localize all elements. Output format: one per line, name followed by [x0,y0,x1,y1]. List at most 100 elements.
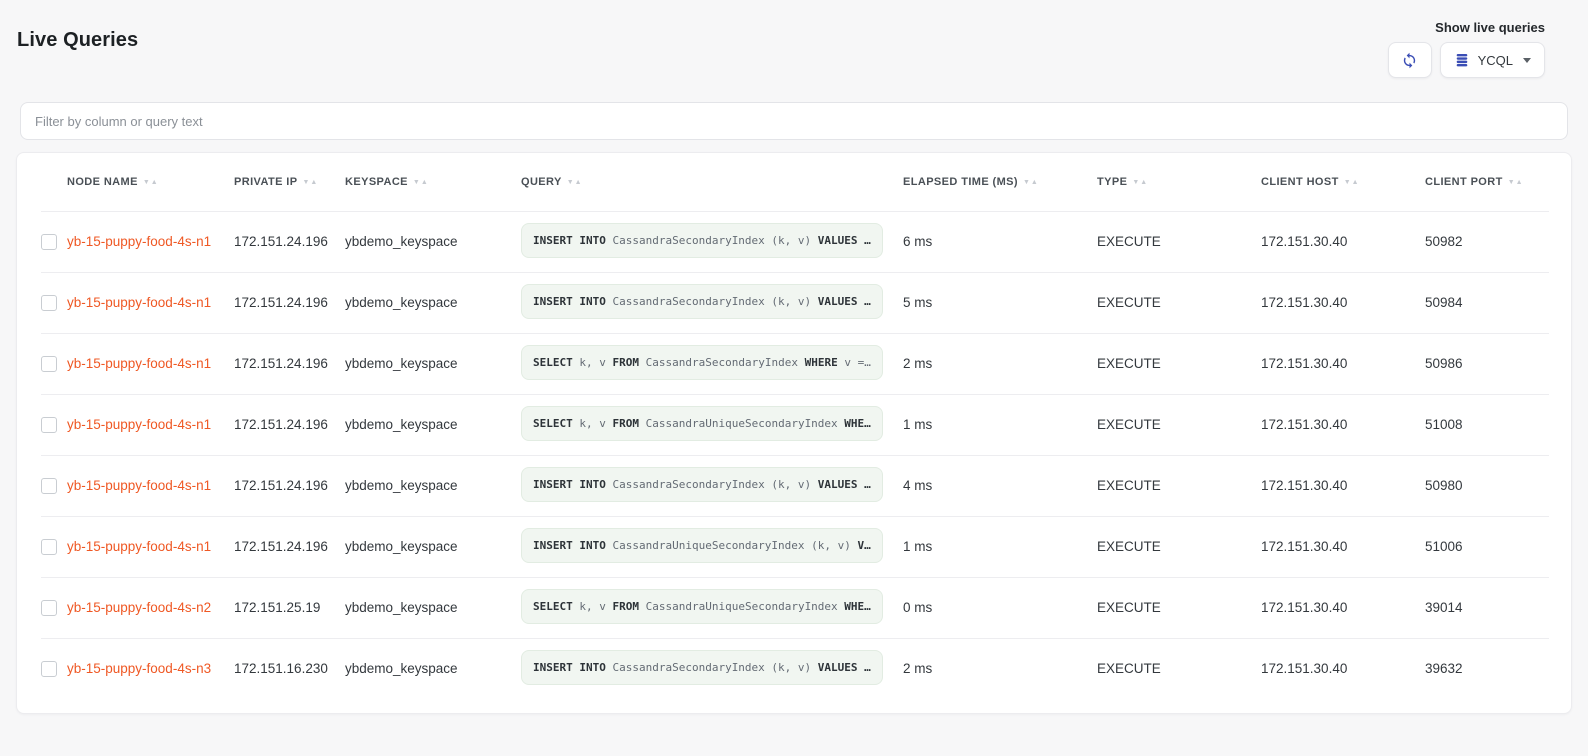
database-icon [1454,52,1470,68]
header-select-cell [41,153,67,211]
sort-icons[interactable]: ▼▲ [143,179,159,186]
sql-text: CassandraSecondaryIndex (k, v) [606,295,811,308]
column-header-query[interactable]: QUERY ▼▲ [521,153,903,211]
row-select-cell [41,638,67,699]
sql-keyword: INSERT INTO [533,478,606,491]
client-host-cell: 172.151.30.40 [1261,333,1425,394]
filter-section [0,78,1588,140]
keyspace-cell: ybdemo_keyspace [345,455,521,516]
show-live-queries-label: Show live queries [1435,20,1545,35]
private-ip-cell: 172.151.24.196 [234,516,345,577]
refresh-button[interactable] [1388,42,1432,78]
row-checkbox[interactable] [41,356,57,372]
type-cell: EXECUTE [1097,638,1261,699]
row-checkbox[interactable] [41,234,57,250]
private-ip-cell: 172.151.25.19 [234,577,345,638]
column-header-label: TYPE [1097,176,1127,188]
sql-text: k, v [573,356,606,369]
sql-keyword: WHE… [838,417,871,430]
query-chip: SELECT k, v FROM CassandraUniqueSecondar… [521,589,883,624]
query-cell: SELECT k, v FROM CassandraUniqueSecondar… [521,577,903,638]
row-select-cell [41,516,67,577]
client-host-cell: 172.151.30.40 [1261,211,1425,272]
live-queries-table: NODE NAME▼▲PRIVATE IP▼▲KEYSPACE▼▲QUERY ▼▲… [41,153,1549,699]
api-selector-value: YCQL [1478,53,1513,68]
row-checkbox[interactable] [41,295,57,311]
keyspace-cell: ybdemo_keyspace [345,394,521,455]
query-chip: SELECT k, v FROM CassandraSecondaryIndex… [521,345,883,380]
type-cell: EXECUTE [1097,516,1261,577]
column-header-client-host[interactable]: CLIENT HOST▼▲ [1261,153,1425,211]
node-name-link[interactable]: yb-15-puppy-food-4s-n1 [67,295,211,310]
row-checkbox[interactable] [41,539,57,555]
column-header-client-port[interactable]: CLIENT PORT▼▲ [1425,153,1549,211]
elapsed-time-cell: 1 ms [903,516,1097,577]
client-port-cell: 50982 [1425,211,1549,272]
private-ip-cell: 172.151.24.196 [234,394,345,455]
node-name-link[interactable]: yb-15-puppy-food-4s-n3 [67,661,211,676]
column-header-label: QUERY [521,176,562,188]
row-checkbox[interactable] [41,600,57,616]
client-port-cell: 51006 [1425,516,1549,577]
table-row: yb-15-puppy-food-4s-n3172.151.16.230ybde… [41,638,1549,699]
node-name-cell: yb-15-puppy-food-4s-n1 [67,394,234,455]
node-name-link[interactable]: yb-15-puppy-food-4s-n1 [67,356,211,371]
sql-keyword: SELECT [533,417,573,430]
keyspace-cell: ybdemo_keyspace [345,333,521,394]
column-header-elapsed-time-ms[interactable]: ELAPSED TIME (MS)▼▲ [903,153,1097,211]
query-chip: INSERT INTO CassandraSecondaryIndex (k, … [521,467,883,502]
elapsed-time-cell: 6 ms [903,211,1097,272]
client-host-cell: 172.151.30.40 [1261,455,1425,516]
elapsed-time-cell: 2 ms [903,638,1097,699]
row-checkbox[interactable] [41,417,57,433]
table-row: yb-15-puppy-food-4s-n1172.151.24.196ybde… [41,272,1549,333]
sort-icons[interactable]: ▼▲ [567,179,583,186]
sql-text: CassandraSecondaryIndex [639,356,798,369]
row-checkbox[interactable] [41,478,57,494]
node-name-link[interactable]: yb-15-puppy-food-4s-n1 [67,539,211,554]
private-ip-cell: 172.151.24.196 [234,455,345,516]
node-name-link[interactable]: yb-15-puppy-food-4s-n2 [67,600,211,615]
sql-text: CassandraUniqueSecondaryIndex [639,600,838,613]
sort-icons[interactable]: ▼▲ [1344,179,1360,186]
api-selector-dropdown[interactable]: YCQL [1440,42,1545,78]
row-checkbox[interactable] [41,661,57,677]
node-name-link[interactable]: yb-15-puppy-food-4s-n1 [67,478,211,493]
client-port-cell: 51008 [1425,394,1549,455]
column-header-type[interactable]: TYPE ▼▲ [1097,153,1261,211]
node-name-cell: yb-15-puppy-food-4s-n1 [67,333,234,394]
private-ip-cell: 172.151.24.196 [234,333,345,394]
query-cell: INSERT INTO CassandraSecondaryIndex (k, … [521,211,903,272]
client-host-cell: 172.151.30.40 [1261,577,1425,638]
sql-keyword: VALUES … [811,478,871,491]
toolbar-buttons: YCQL [1388,42,1545,78]
client-host-cell: 172.151.30.40 [1261,272,1425,333]
column-header-private-ip[interactable]: PRIVATE IP▼▲ [234,153,345,211]
private-ip-cell: 172.151.24.196 [234,272,345,333]
sql-keyword: SELECT [533,356,573,369]
sql-keyword: VALUES … [811,661,871,674]
column-header-node-name[interactable]: NODE NAME▼▲ [67,153,234,211]
node-name-link[interactable]: yb-15-puppy-food-4s-n1 [67,234,211,249]
sql-text: CassandraSecondaryIndex (k, v) [606,478,811,491]
sort-icons[interactable]: ▼▲ [413,179,429,186]
node-name-cell: yb-15-puppy-food-4s-n3 [67,638,234,699]
table-row: yb-15-puppy-food-4s-n1 172.151.24.196ybde… [41,455,1549,516]
sort-icons[interactable]: ▼▲ [1508,179,1524,186]
type-cell: EXECUTE [1097,272,1261,333]
keyspace-cell: ybdemo_keyspace [345,211,521,272]
keyspace-cell: ybdemo_keyspace [345,577,521,638]
sort-icons[interactable]: ▼▲ [1132,179,1148,186]
node-name-link[interactable]: yb-15-puppy-food-4s-n1 [67,417,211,432]
type-cell: EXECUTE [1097,394,1261,455]
table-row: yb-15-puppy-food-4s-n1172.151.24.196ybde… [41,516,1549,577]
sort-icons[interactable]: ▼▲ [303,179,319,186]
query-cell: INSERT INTO CassandraSecondaryIndex (k, … [521,455,903,516]
column-header-keyspace[interactable]: KEYSPACE▼▲ [345,153,521,211]
row-select-cell [41,455,67,516]
sql-text: CassandraSecondaryIndex (k, v) [606,661,811,674]
sort-icons[interactable]: ▼▲ [1023,179,1039,186]
filter-input[interactable] [20,102,1568,140]
client-port-cell: 50980 [1425,455,1549,516]
node-name-cell: yb-15-puppy-food-4s-n1 [67,272,234,333]
